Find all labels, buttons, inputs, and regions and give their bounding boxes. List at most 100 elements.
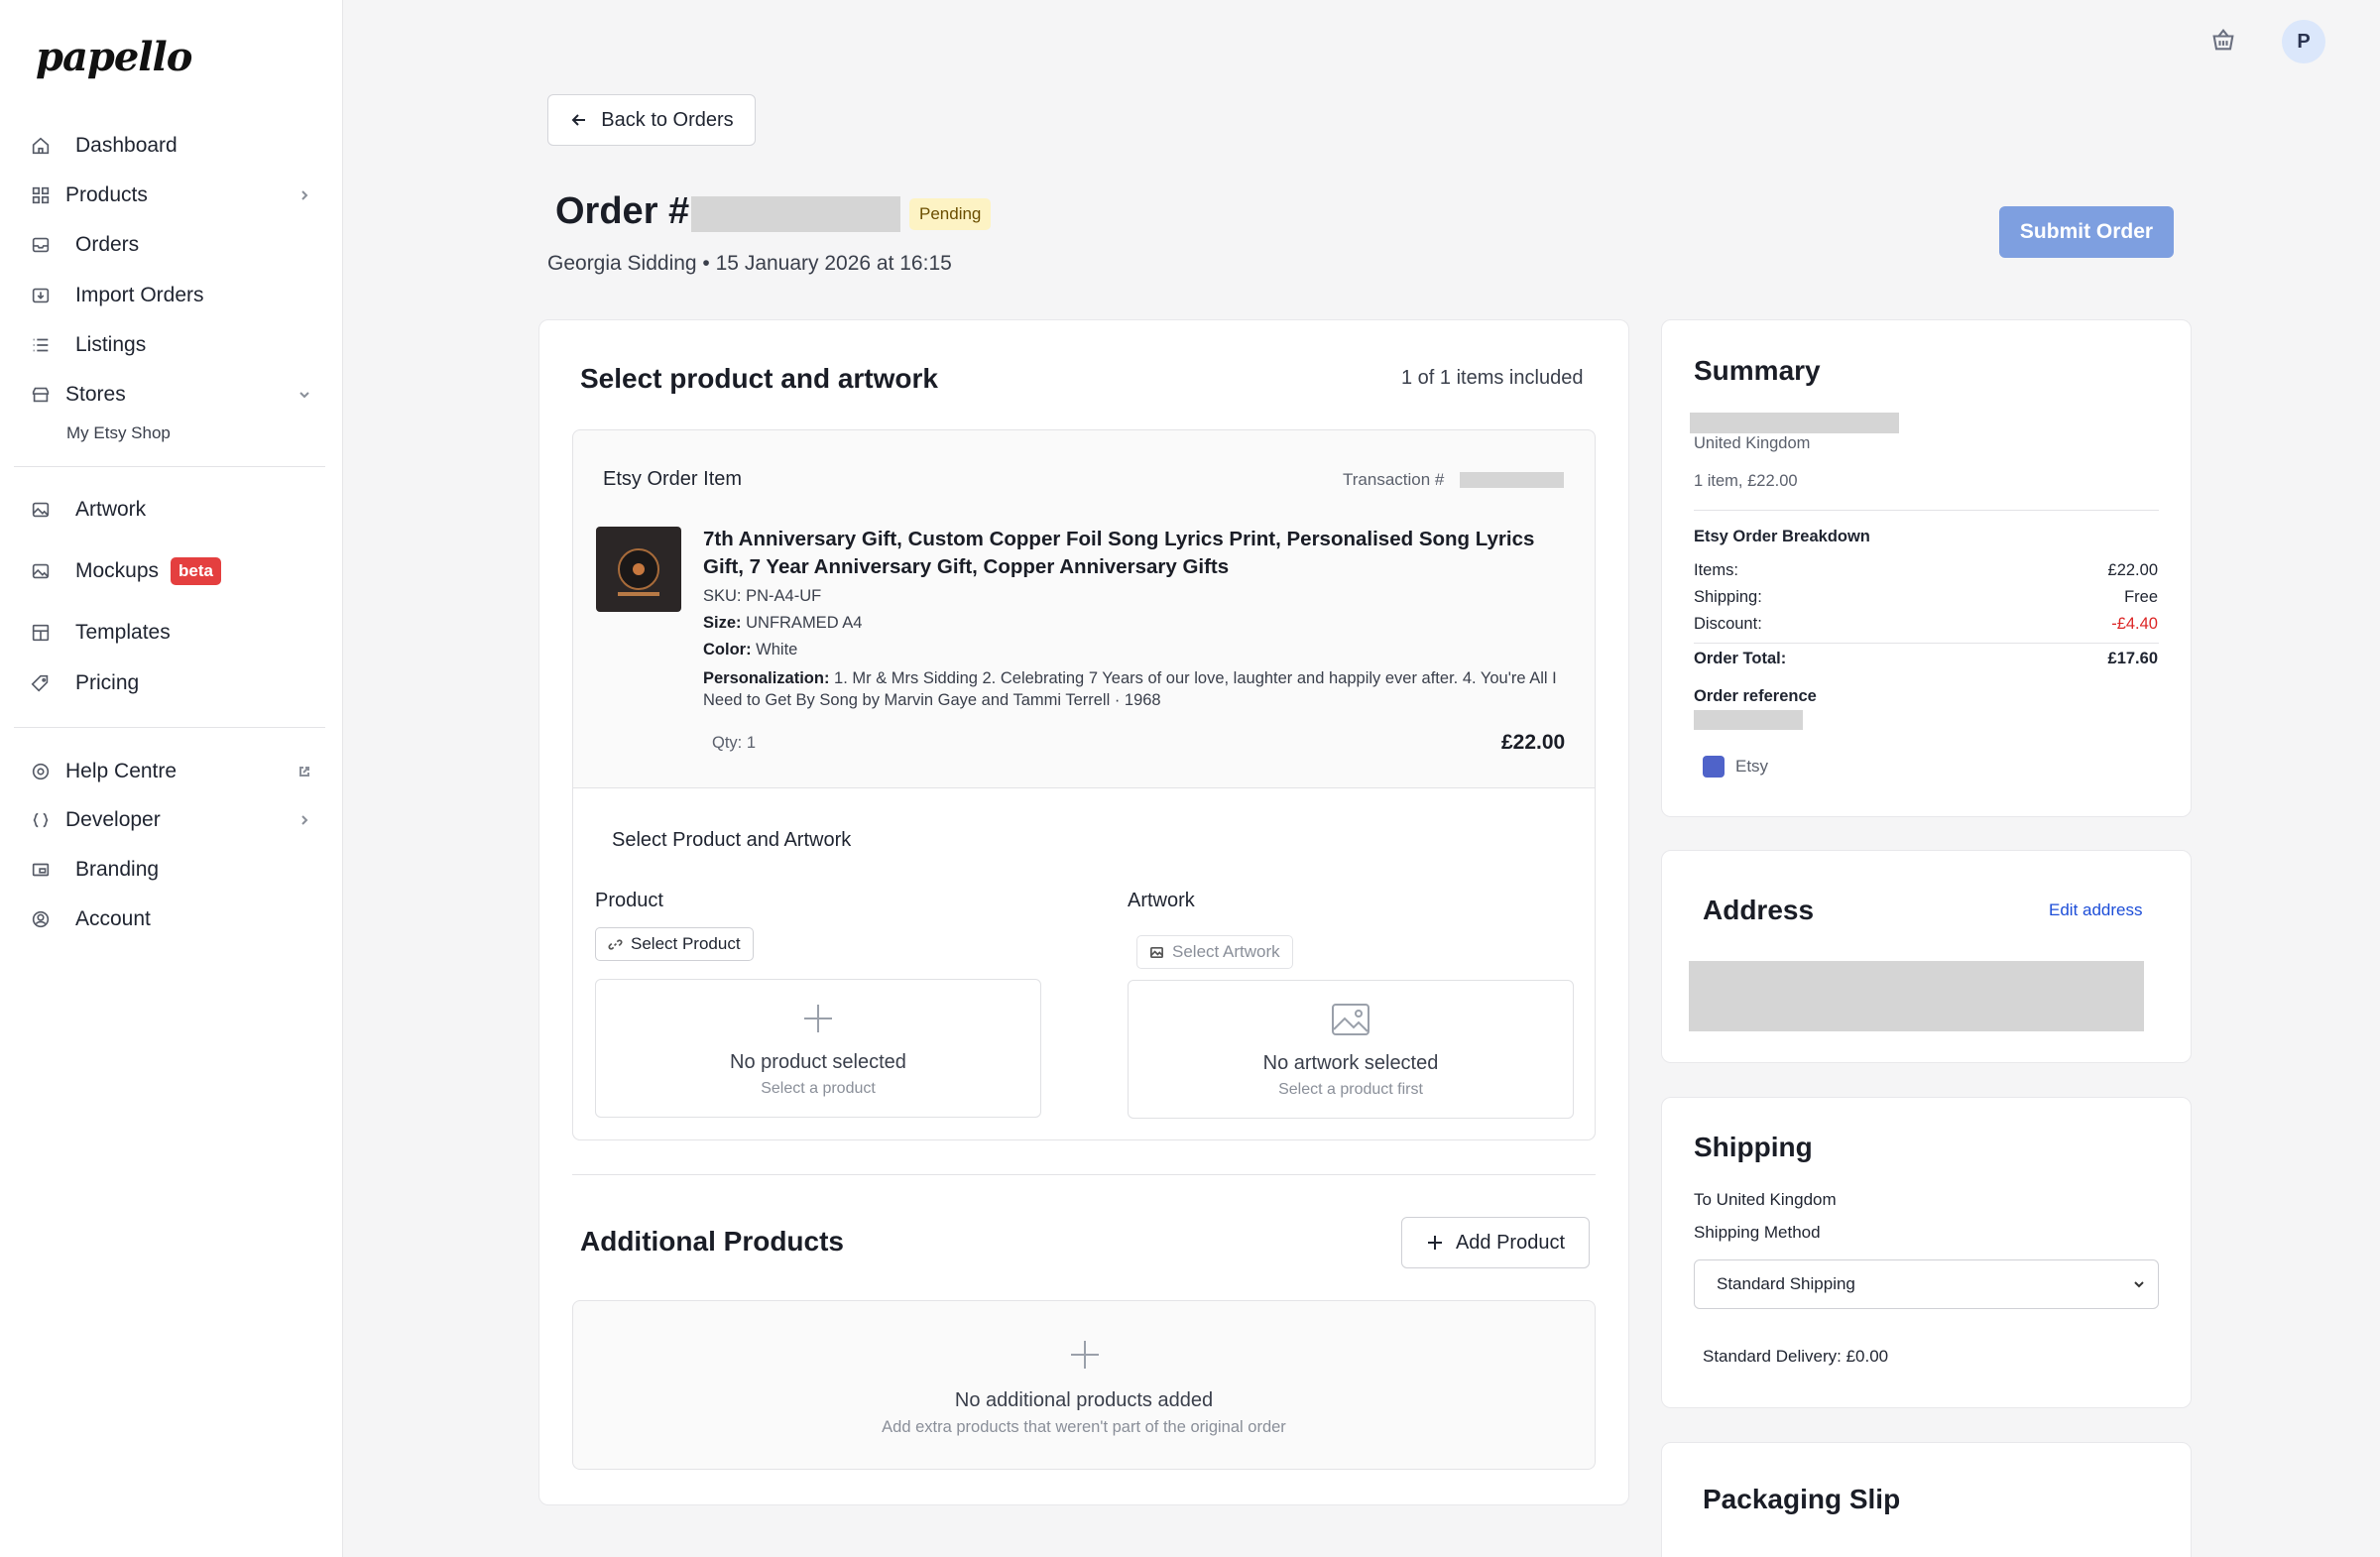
redacted-customer-name	[1690, 413, 1899, 433]
summary-items-line: 1 item, £22.00	[1694, 472, 1798, 490]
no-additional-text: No additional products added	[954, 1389, 1214, 1411]
add-product-label: Add Product	[1455, 1231, 1566, 1254]
account-icon	[28, 906, 54, 932]
sidebar-item-mockups[interactable]: Mockups beta	[14, 549, 325, 593]
beta-badge: beta	[171, 557, 221, 585]
shipping-value: Free	[2124, 588, 2158, 606]
sidebar-item-stores[interactable]: Stores	[14, 373, 325, 417]
personalization-label: Personalization:	[703, 669, 830, 687]
color-value: White	[756, 641, 798, 659]
redacted-order-reference	[1694, 710, 1803, 730]
item-personalization: Personalization: 1. Mr & Mrs Sidding 2. …	[703, 667, 1576, 711]
artwork-label: Artwork	[1128, 890, 1195, 911]
select-product-button[interactable]: Select Product	[595, 927, 754, 961]
address-title: Address	[1703, 895, 1815, 925]
chevron-down-icon	[298, 388, 311, 402]
list-icon	[28, 332, 54, 358]
sidebar-item-label: Import Orders	[75, 284, 204, 306]
add-product-button[interactable]: Add Product	[1401, 1217, 1590, 1268]
back-button-label: Back to Orders	[601, 108, 734, 131]
sidebar-subitem-my-etsy-shop[interactable]: My Etsy Shop	[66, 423, 171, 443]
images-icon	[28, 558, 54, 584]
item-color: Color: White	[703, 641, 797, 659]
plus-icon	[804, 1005, 832, 1032]
order-subtitle: Georgia Sidding • 15 January 2026 at 16:…	[547, 252, 952, 275]
sidebar-divider	[14, 727, 325, 728]
sidebar-item-label: Templates	[75, 621, 171, 644]
sidebar-item-label: Developer	[65, 808, 161, 831]
sidebar-item-artwork[interactable]: Artwork	[14, 488, 325, 532]
item-sku: SKU: PN-A4-UF	[703, 587, 821, 606]
color-label: Color:	[703, 641, 752, 659]
sidebar-item-pricing[interactable]: Pricing	[14, 661, 325, 705]
grid-icon	[28, 182, 54, 208]
redacted-address	[1689, 961, 2144, 1031]
items-label: Items:	[1694, 561, 1738, 579]
order-source: Etsy	[1735, 757, 1769, 776]
etsy-icon	[1703, 756, 1725, 778]
sidebar-item-label: Orders	[75, 233, 140, 256]
home-icon	[28, 133, 54, 159]
no-additional-hint: Add extra products that weren't part of …	[882, 1418, 1286, 1436]
sidebar-item-account[interactable]: Account	[14, 898, 325, 941]
total-value: £17.60	[2107, 650, 2158, 667]
shipping-destination: To United Kingdom	[1694, 1190, 1837, 1209]
external-link-icon	[298, 765, 311, 778]
sidebar-item-listings[interactable]: Listings	[14, 323, 325, 367]
store-icon	[28, 382, 54, 408]
sku-label: SKU:	[703, 587, 742, 605]
order-reference-label: Order reference	[1694, 687, 1817, 705]
sidebar-item-label: Pricing	[75, 671, 140, 694]
image-icon	[28, 497, 54, 523]
sidebar-item-dashboard[interactable]: Dashboard	[14, 124, 325, 168]
papello-logo[interactable]: papello	[36, 34, 192, 80]
sidebar-item-label: Products	[65, 183, 148, 206]
total-divider	[1694, 643, 2159, 644]
back-to-orders-button[interactable]: Back to Orders	[547, 94, 756, 146]
tag-icon	[28, 670, 54, 696]
inbox-icon	[28, 232, 54, 258]
select-product-label: Select Product	[631, 934, 741, 953]
sidebar-item-branding[interactable]: Branding	[14, 848, 325, 892]
branding-icon	[28, 857, 54, 883]
personalization-value: 1. Mr & Mrs Sidding 2. Celebrating 7 Yea…	[703, 669, 1557, 709]
sidebar-item-label: Mockups	[75, 559, 160, 582]
item-size: Size: UNFRAMED A4	[703, 614, 862, 633]
sidebar-item-templates[interactable]: Templates	[14, 611, 325, 655]
basket-icon[interactable]	[2209, 26, 2239, 56]
shipping-method-label: Shipping Method	[1694, 1223, 1821, 1242]
sidebar-item-orders[interactable]: Orders	[14, 223, 325, 267]
shipping-method-value: Standard Shipping	[1717, 1274, 1855, 1293]
sidebar-item-developer[interactable]: Developer	[14, 798, 325, 842]
select-artwork-button[interactable]: Select Artwork	[1136, 935, 1293, 969]
sidebar-item-import-orders[interactable]: Import Orders	[14, 274, 325, 317]
sidebar-item-label: Help Centre	[65, 760, 178, 782]
sidebar-divider	[14, 466, 325, 467]
additional-products-empty: No additional products added Add extra p…	[572, 1300, 1596, 1470]
shipping-method-select[interactable]: Standard Shipping	[1694, 1259, 2159, 1309]
code-icon	[28, 807, 54, 833]
edit-address-link[interactable]: Edit address	[2049, 900, 2143, 920]
image-icon	[1150, 946, 1163, 958]
link-icon	[608, 938, 623, 950]
arrow-left-icon	[571, 114, 586, 126]
discount-label: Discount:	[1694, 615, 1762, 633]
submit-order-button[interactable]: Submit Order	[1999, 206, 2174, 258]
transaction-label: Transaction #	[1343, 470, 1445, 489]
size-value: UNFRAMED A4	[746, 614, 863, 632]
no-artwork-text: No artwork selected	[1262, 1052, 1439, 1074]
sidebar-item-help-centre[interactable]: Help Centre	[14, 750, 325, 793]
sidebar-item-products[interactable]: Products	[14, 174, 325, 217]
import-icon	[28, 283, 54, 308]
image-placeholder-icon	[1332, 1004, 1369, 1035]
chevron-down-icon	[2134, 1281, 2144, 1288]
plus-icon	[1427, 1236, 1442, 1250]
order-title: Order #	[555, 190, 690, 232]
help-icon	[28, 759, 54, 784]
chevron-right-icon	[298, 813, 311, 827]
item-title: 7th Anniversary Gift, Custom Copper Foil…	[703, 528, 1535, 578]
shipping-label: Shipping:	[1694, 588, 1762, 606]
additional-products-title: Additional Products	[580, 1226, 844, 1257]
user-avatar[interactable]: P	[2282, 20, 2325, 63]
size-label: Size:	[703, 614, 742, 632]
